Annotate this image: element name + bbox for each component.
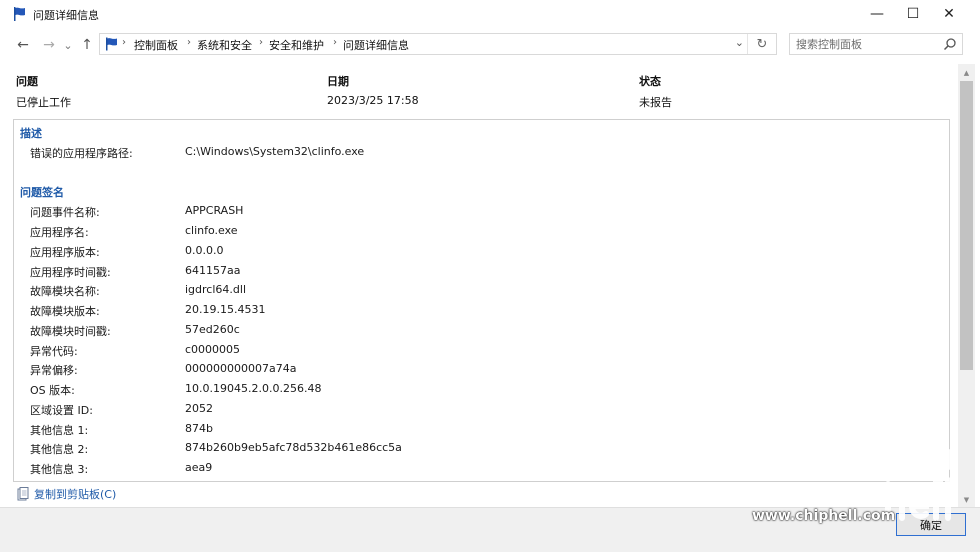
- detail-value: 10.0.19045.2.0.0.256.48: [185, 382, 322, 395]
- refresh-icon: ↻: [756, 36, 768, 52]
- forward-arrow-icon: →: [43, 37, 55, 53]
- problem-details-window: 问题详细信息 — ☐ ✕ ← → ⌄ ↑ › 控制面板 › 系统和安全 › 安全…: [0, 0, 980, 552]
- search-icon[interactable]: [943, 37, 957, 51]
- detail-label: 错误的应用程序路径:: [30, 147, 133, 160]
- breadcrumb-security-maintenance[interactable]: 安全和维护: [269, 37, 324, 53]
- detail-label: 其他信息 2:: [30, 443, 89, 456]
- detail-label: 其他信息 3:: [30, 463, 89, 476]
- detail-value: 874b260b9eb5afc78d532b461e86cc5a: [185, 441, 402, 454]
- detail-value: 641157aa: [185, 264, 241, 277]
- breadcrumb-separator: ›: [122, 37, 126, 48]
- detail-label: 问题事件名称:: [30, 206, 100, 219]
- detail-label: OS 版本:: [30, 384, 75, 397]
- detail-value: 57ed260c: [185, 323, 240, 336]
- detail-label: 故障模块时间戳:: [30, 325, 111, 338]
- back-arrow-icon: ←: [17, 37, 29, 53]
- detail-value: igdrcl64.dll: [185, 283, 246, 296]
- details-panel: 描述 错误的应用程序路径: C:\Windows\System32\clinfo…: [13, 119, 950, 482]
- up-arrow-icon: ↑: [81, 37, 93, 53]
- breadcrumb-separator: ›: [259, 37, 263, 48]
- date-value: 2023/3/25 17:58: [327, 94, 419, 107]
- detail-label: 异常代码:: [30, 345, 78, 358]
- detail-value: C:\Windows\System32\clinfo.exe: [185, 145, 365, 158]
- close-icon: ✕: [943, 6, 955, 22]
- detail-label: 故障模块名称:: [30, 285, 100, 298]
- forward-button[interactable]: →: [40, 36, 58, 54]
- refresh-button[interactable]: ↻: [747, 34, 776, 54]
- detail-label: 区域设置 ID:: [30, 404, 93, 417]
- detail-value: APPCRASH: [185, 204, 244, 217]
- maximize-icon: ☐: [906, 6, 920, 22]
- detail-value: aea9: [185, 461, 213, 474]
- status-value: 未报告: [639, 96, 672, 109]
- title-bar: 问题详细信息 — ☐ ✕: [0, 0, 980, 28]
- problem-header: 问题: [16, 75, 38, 88]
- recent-locations-button[interactable]: ⌄: [62, 36, 74, 54]
- detail-label: 应用程序名:: [30, 226, 89, 239]
- flag-icon: [14, 7, 25, 21]
- breadcrumb-separator: ›: [187, 37, 191, 48]
- search-input[interactable]: [796, 36, 936, 52]
- minimize-button[interactable]: —: [860, 0, 894, 28]
- up-button[interactable]: ↑: [78, 36, 96, 54]
- clipboard-icon: [17, 487, 29, 501]
- problem-value: 已停止工作: [16, 96, 71, 109]
- address-bar[interactable]: › 控制面板 › 系统和安全 › 安全和维护 › 问题详细信息 ⌄ ↻: [99, 33, 777, 55]
- chevron-down-icon: ⌄: [63, 38, 73, 52]
- copy-link-label[interactable]: 复制到剪贴板(C): [34, 486, 116, 502]
- breadcrumb-system-security[interactable]: 系统和安全: [197, 37, 252, 53]
- breadcrumb-control-panel[interactable]: 控制面板: [134, 37, 178, 53]
- description-section-title: 描述: [20, 127, 42, 140]
- detail-label: 其他信息 1:: [30, 424, 89, 437]
- back-button[interactable]: ←: [14, 36, 32, 54]
- detail-label: 应用程序版本:: [30, 246, 100, 259]
- detail-value: 20.19.15.4531: [185, 303, 266, 316]
- detail-label: 异常偏移:: [30, 364, 78, 377]
- close-button[interactable]: ✕: [932, 0, 966, 28]
- detail-value: c0000005: [185, 343, 241, 356]
- date-header: 日期: [327, 75, 349, 88]
- breadcrumb-problem-details[interactable]: 问题详细信息: [343, 37, 409, 53]
- flag-icon: [106, 37, 117, 51]
- detail-value: 2052: [185, 402, 213, 415]
- signature-section-title: 问题签名: [20, 186, 64, 199]
- maximize-button[interactable]: ☐: [896, 0, 930, 28]
- address-dropdown-icon[interactable]: ⌄: [735, 36, 744, 49]
- detail-value: 874b: [185, 422, 213, 435]
- copy-to-clipboard-link[interactable]: 复制到剪贴板(C): [17, 486, 116, 502]
- detail-value: clinfo.exe: [185, 224, 238, 237]
- watermark-url: www.chiphell.com: [752, 508, 896, 524]
- minimize-icon: —: [870, 6, 884, 22]
- window-title: 问题详细信息: [33, 9, 99, 22]
- detail-value: 0.0.0.0: [185, 244, 224, 257]
- status-header: 状态: [639, 75, 661, 88]
- detail-value: 000000000007a74a: [185, 362, 297, 375]
- scrollbar-thumb[interactable]: [960, 81, 973, 370]
- detail-label: 故障模块版本:: [30, 305, 100, 318]
- breadcrumb-separator: ›: [333, 37, 337, 48]
- scroll-up-icon[interactable]: ▲: [958, 64, 975, 81]
- detail-label: 应用程序时间戳:: [30, 266, 111, 279]
- search-box[interactable]: [789, 33, 963, 55]
